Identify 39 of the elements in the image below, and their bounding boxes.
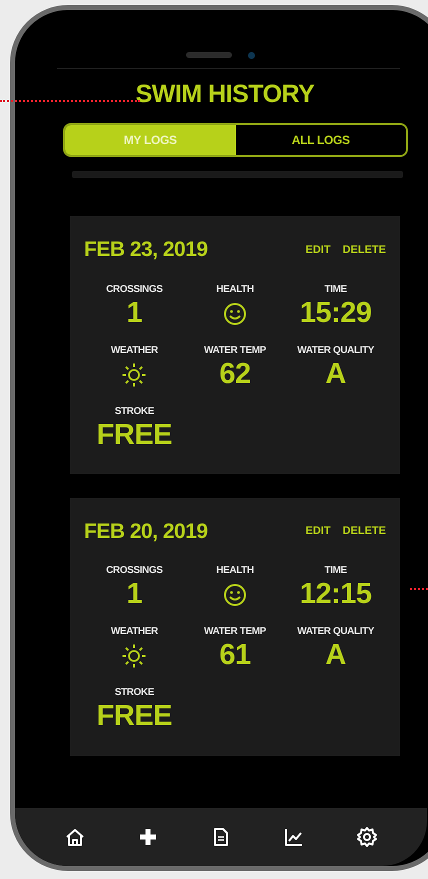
log-date: FEB 23, 2019 xyxy=(84,237,208,263)
stat-label: STROKE xyxy=(114,404,154,418)
stat-label: WEATHER xyxy=(110,344,158,358)
stat-value: A xyxy=(325,358,346,391)
stat-label: TIME xyxy=(324,282,347,296)
settings-icon[interactable] xyxy=(356,825,378,849)
edit-link[interactable]: EDIT xyxy=(294,523,331,540)
stat-label: CROSSINGS xyxy=(106,564,163,578)
delete-link[interactable]: DELETE xyxy=(330,242,386,258)
speaker-grille xyxy=(186,52,232,58)
stat-label: WATER TEMP xyxy=(204,344,266,358)
stat-value: 1 xyxy=(126,578,142,612)
stat-value: 12:15 xyxy=(300,578,372,612)
stat-label: HEALTH xyxy=(216,564,254,578)
stat-label: WEATHER xyxy=(110,625,158,640)
stat-label: STROKE xyxy=(114,686,154,700)
screen-title: SWIM HISTORY xyxy=(136,79,314,109)
sun-icon xyxy=(121,643,148,670)
stat-value: A xyxy=(325,639,346,673)
stat-label: WATER TEMP xyxy=(204,625,266,640)
camera-dot xyxy=(248,52,254,58)
stat-label: WATER QUALITY xyxy=(297,344,374,358)
stat-value: 62 xyxy=(219,358,251,391)
sun-icon xyxy=(121,362,148,388)
stat-value: 1 xyxy=(126,296,142,330)
leader-line xyxy=(410,588,428,590)
stat-value: 15:29 xyxy=(300,296,372,330)
smiley-icon xyxy=(222,583,247,608)
edit-link[interactable]: EDIT xyxy=(294,242,331,258)
stat-value: FREE xyxy=(96,418,172,452)
stat-value: FREE xyxy=(96,700,172,734)
stat-label: WATER QUALITY xyxy=(297,625,374,640)
stat-value: 61 xyxy=(219,639,251,673)
stat-label: CROSSINGS xyxy=(106,282,163,296)
stat-label: HEALTH xyxy=(216,282,254,296)
stat-label: TIME xyxy=(324,564,347,578)
log-date: FEB 20, 2019 xyxy=(84,518,208,545)
delete-link[interactable]: DELETE xyxy=(330,523,386,540)
smiley-icon xyxy=(222,302,247,326)
